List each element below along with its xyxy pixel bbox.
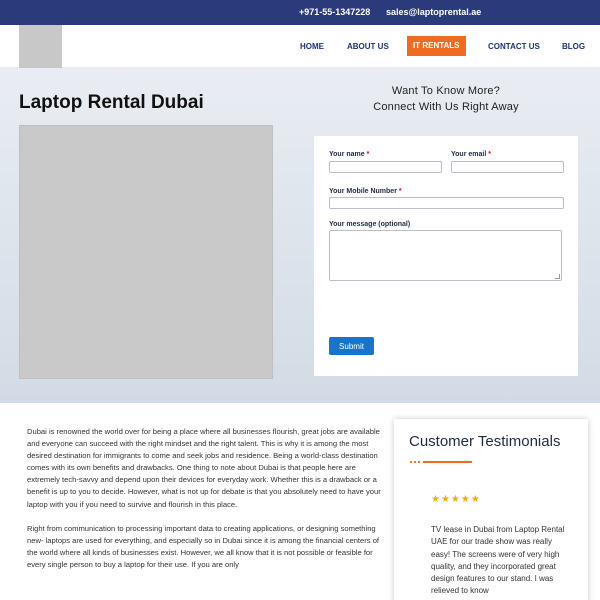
title-underline [409, 461, 472, 463]
page-title: Laptop Rental Dubai [19, 92, 204, 113]
message-wrapper [329, 230, 562, 281]
nav-it-rentals[interactable]: IT RENTALS [407, 36, 466, 56]
email-label: Your email * [451, 151, 491, 158]
main-navbar: HOME ABOUT US IT RENTALS CONTACT US BLOG [0, 25, 600, 68]
top-contact-bar: +971-55-1347228 sales@laptoprental.ae [0, 0, 600, 25]
article-paragraph: Dubai is renowned the world over for bei… [27, 427, 381, 509]
name-field[interactable] [329, 161, 442, 173]
testimonial-text: TV lease in Dubai from Laptop Rental UAE… [431, 525, 565, 596]
mobile-field[interactable] [329, 197, 564, 209]
email-link[interactable]: sales@laptoprental.ae [386, 7, 481, 17]
email-field[interactable] [451, 161, 564, 173]
submit-button[interactable]: Submit [329, 337, 374, 355]
cta-heading: Want To Know More? [391, 85, 501, 97]
contact-form: Your name * Your email * Your Mobile Num… [314, 136, 578, 376]
article-body: Dubai is renowned the world over for bei… [27, 426, 385, 583]
testimonials-title: Customer Testimonials [409, 433, 561, 450]
article-paragraph: Right from communication to processing i… [27, 523, 380, 569]
nav-blog[interactable]: BLOG [562, 42, 585, 51]
resize-grip-icon[interactable] [555, 274, 560, 279]
site-logo[interactable] [19, 25, 62, 68]
message-field[interactable] [329, 230, 562, 281]
nav-home[interactable]: HOME [300, 42, 324, 51]
nav-about-us[interactable]: ABOUT US [347, 42, 389, 51]
star-rating-icon: ★★★★★ [431, 494, 481, 505]
hero-section: Laptop Rental Dubai Want To Know More? C… [0, 68, 600, 403]
cta-subheading: Connect With Us Right Away [373, 101, 519, 113]
testimonials-card: Customer Testimonials ★★★★★ TV lease in … [394, 419, 588, 600]
name-label: Your name * [329, 151, 370, 158]
mobile-label: Your Mobile Number * [329, 188, 402, 195]
nav-contact-us[interactable]: CONTACT US [488, 42, 540, 51]
phone-link[interactable]: +971-55-1347228 [299, 7, 370, 17]
message-label: Your message (optional) [329, 221, 411, 228]
hero-image [19, 125, 273, 379]
